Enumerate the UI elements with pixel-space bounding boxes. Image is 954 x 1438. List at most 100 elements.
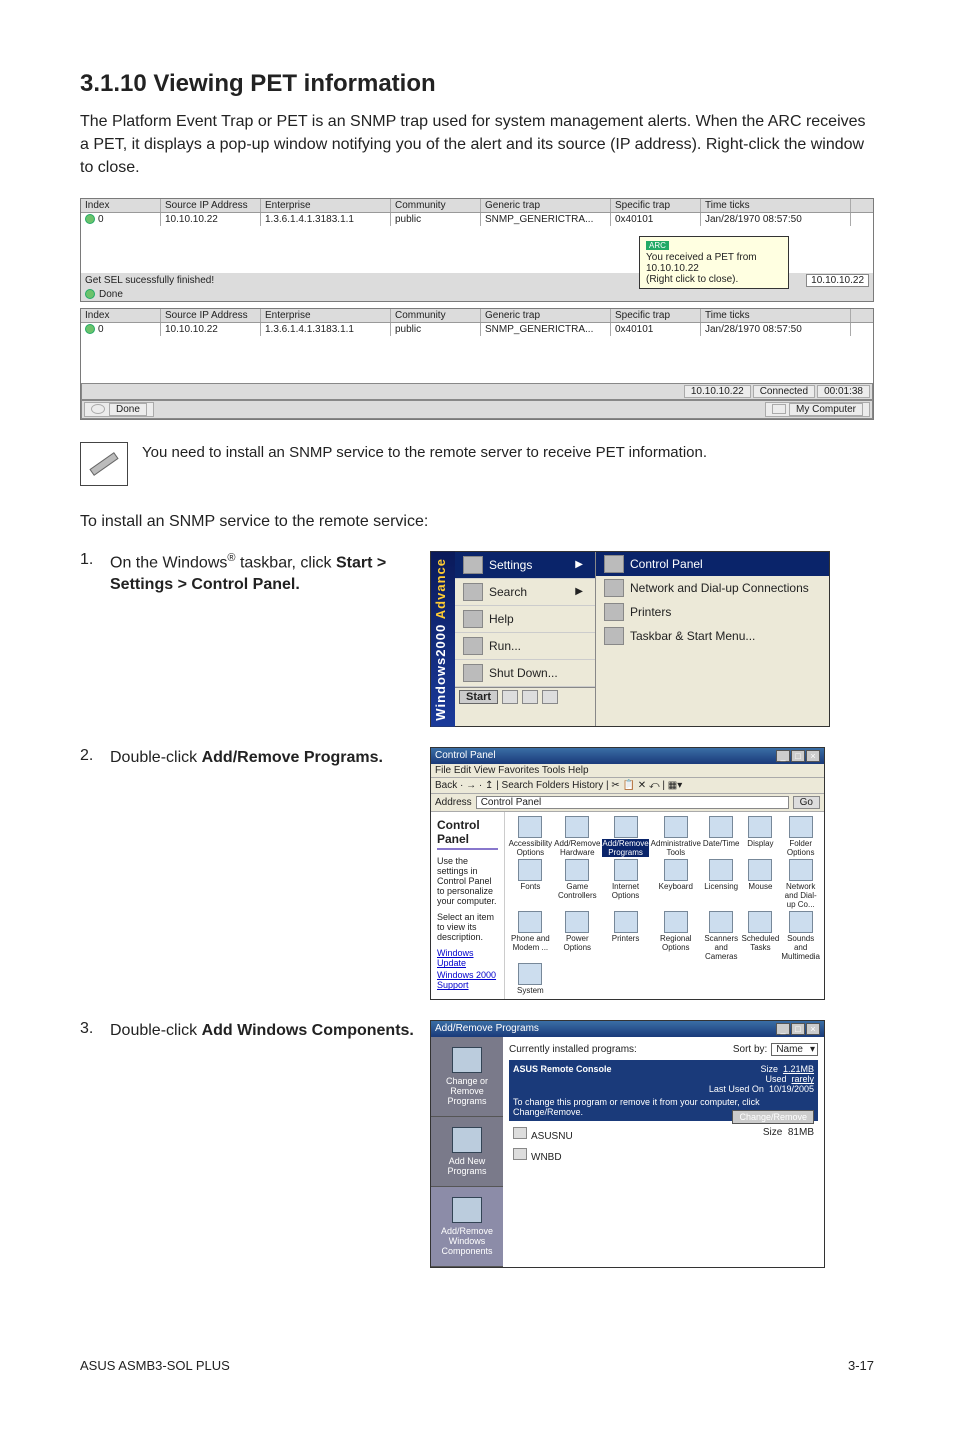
submenu-control-panel[interactable]: Control Panel <box>596 552 829 576</box>
menu-settings[interactable]: Settings▶ <box>455 552 595 579</box>
col-specific-2[interactable]: Specific trap <box>611 309 701 322</box>
row-index-2[interactable]: 0 <box>81 323 161 336</box>
tab-change-remove[interactable]: Change or Remove Programs <box>431 1037 503 1117</box>
link-windows-update[interactable]: Windows Update <box>437 948 498 968</box>
close-button[interactable]: × <box>806 750 820 762</box>
col-specific[interactable]: Specific trap <box>611 199 701 212</box>
col-ip[interactable]: Source IP Address <box>161 199 261 212</box>
cp-item[interactable]: Phone and Modem ... <box>509 911 553 961</box>
arrow-right-icon: ▶ <box>571 586 587 597</box>
start-button[interactable]: Start <box>459 690 498 704</box>
row-ip: 10.10.10.22 <box>161 213 261 226</box>
cp-item-icon <box>518 816 542 838</box>
col-community-2[interactable]: Community <box>391 309 481 322</box>
row-specific: 0x40101 <box>611 213 701 226</box>
arrow-right-icon: ▶ <box>571 559 587 570</box>
submenu-network[interactable]: Network and Dial-up Connections <box>596 576 829 600</box>
cp-item[interactable]: Licensing <box>703 859 740 909</box>
menu-help[interactable]: Help <box>455 606 595 633</box>
submenu-taskbar[interactable]: Taskbar & Start Menu... <box>596 624 829 648</box>
arc-badge: ARC <box>646 241 669 250</box>
tray-icon[interactable] <box>542 690 558 704</box>
address-field[interactable]: Control Panel <box>476 796 789 809</box>
submenu-printers[interactable]: Printers <box>596 600 829 624</box>
col-timeticks[interactable]: Time ticks <box>701 199 851 212</box>
section-heading: 3.1.10 Viewing PET information <box>80 70 874 98</box>
maximize-button[interactable]: □ <box>791 750 805 762</box>
go-button[interactable]: Go <box>793 796 820 809</box>
printers-icon <box>604 603 624 621</box>
sortby-select[interactable]: Name <box>771 1043 818 1056</box>
cp-item[interactable]: Display <box>742 816 780 857</box>
col-generic[interactable]: Generic trap <box>481 199 611 212</box>
row-generic: SNMP_GENERICTRA... <box>481 213 611 226</box>
cp-item[interactable]: Mouse <box>742 859 780 909</box>
program-asus-remote-console[interactable]: ASUS Remote ConsoleSize 1.21MB Used rare… <box>509 1060 818 1121</box>
col-generic-2[interactable]: Generic trap <box>481 309 611 322</box>
minimize-button[interactable]: _ <box>776 750 790 762</box>
help-icon <box>463 610 483 628</box>
tab-add-new[interactable]: Add New Programs <box>431 1117 503 1187</box>
cp-item[interactable]: Game Controllers <box>554 859 600 909</box>
cp-left-header: Control Panel <box>437 818 498 850</box>
col-ip-2[interactable]: Source IP Address <box>161 309 261 322</box>
cp-left-desc: Use the settings in Control Panel to per… <box>437 856 498 906</box>
control-panel-window: Control Panel _□× File Edit View Favorit… <box>430 747 825 1000</box>
cp-item[interactable]: System <box>509 963 553 995</box>
change-remove-button[interactable]: Change/Remove <box>732 1110 814 1124</box>
step3-text: Double-click Add Windows Components. <box>110 1020 430 1268</box>
run-icon <box>463 637 483 655</box>
status-done-2: Done <box>109 403 147 416</box>
cp-item[interactable]: Accessibility Options <box>509 816 553 857</box>
note-text: You need to install an SNMP service to t… <box>142 442 707 463</box>
col-enterprise[interactable]: Enterprise <box>261 199 391 212</box>
cp-item[interactable]: Date/Time <box>703 816 740 857</box>
cp-item[interactable]: Fonts <box>509 859 553 909</box>
window-menubar[interactable]: File Edit View Favorites Tools Help <box>431 764 824 778</box>
col-community[interactable]: Community <box>391 199 481 212</box>
cp-item[interactable]: Administrative Tools <box>651 816 701 857</box>
cp-item[interactable]: Power Options <box>554 911 600 961</box>
maximize-button[interactable]: □ <box>791 1023 805 1035</box>
col-enterprise-2[interactable]: Enterprise <box>261 309 391 322</box>
program-item[interactable]: WNBD <box>509 1145 818 1166</box>
cp-item[interactable]: Printers <box>602 911 648 961</box>
close-button[interactable]: × <box>806 1023 820 1035</box>
col-index-2[interactable]: Index <box>81 309 161 322</box>
minimize-button[interactable]: _ <box>776 1023 790 1035</box>
cp-item[interactable]: Sounds and Multimedia <box>781 911 820 961</box>
cp-item[interactable]: Network and Dial-up Co... <box>781 859 820 909</box>
menu-run[interactable]: Run... <box>455 633 595 660</box>
row-timeticks: Jan/28/1970 08:57:50 <box>701 213 851 226</box>
network-icon <box>604 579 624 597</box>
cp-item-icon <box>614 911 638 933</box>
footer-page: 3-17 <box>848 1358 874 1373</box>
menu-shutdown[interactable]: Shut Down... <box>455 660 595 687</box>
tray-icon[interactable] <box>502 690 518 704</box>
pet-tooltip[interactable]: ARC You received a PET from 10.10.10.22 … <box>639 236 789 289</box>
cp-item[interactable]: Add/Remove Hardware <box>554 816 600 857</box>
cp-item-icon <box>709 816 733 838</box>
step1-text: On the Windows® taskbar, click Start > S… <box>110 551 430 728</box>
cp-item[interactable]: Folder Options <box>781 816 820 857</box>
row-community-2: public <box>391 323 481 336</box>
link-windows-support[interactable]: Windows 2000 Support <box>437 970 498 990</box>
cp-item[interactable]: Regional Options <box>651 911 701 961</box>
tab-windows-components[interactable]: Add/Remove Windows Components <box>431 1187 503 1267</box>
window-toolbar[interactable]: Back · → · ↥ | Search Folders History | … <box>431 778 824 794</box>
menu-search[interactable]: Search▶ <box>455 579 595 606</box>
program-icon <box>513 1127 527 1139</box>
col-timeticks-2[interactable]: Time ticks <box>701 309 851 322</box>
status-ip-2: 10.10.10.22 <box>684 385 751 398</box>
cp-item[interactable]: Scheduled Tasks <box>742 911 780 961</box>
row-timeticks-2: Jan/28/1970 08:57:50 <box>701 323 851 336</box>
cp-item[interactable]: Keyboard <box>651 859 701 909</box>
cp-item[interactable]: Internet Options <box>602 859 648 909</box>
col-index[interactable]: Index <box>81 199 161 212</box>
cp-item[interactable]: Add/Remove Programs <box>602 816 648 857</box>
cp-item-icon <box>614 859 638 881</box>
tray-icon[interactable] <box>522 690 538 704</box>
row-index[interactable]: 0 <box>81 213 161 226</box>
cp-item[interactable]: Scanners and Cameras <box>703 911 740 961</box>
program-item[interactable]: ASUSNUSize 81MB <box>509 1124 818 1145</box>
